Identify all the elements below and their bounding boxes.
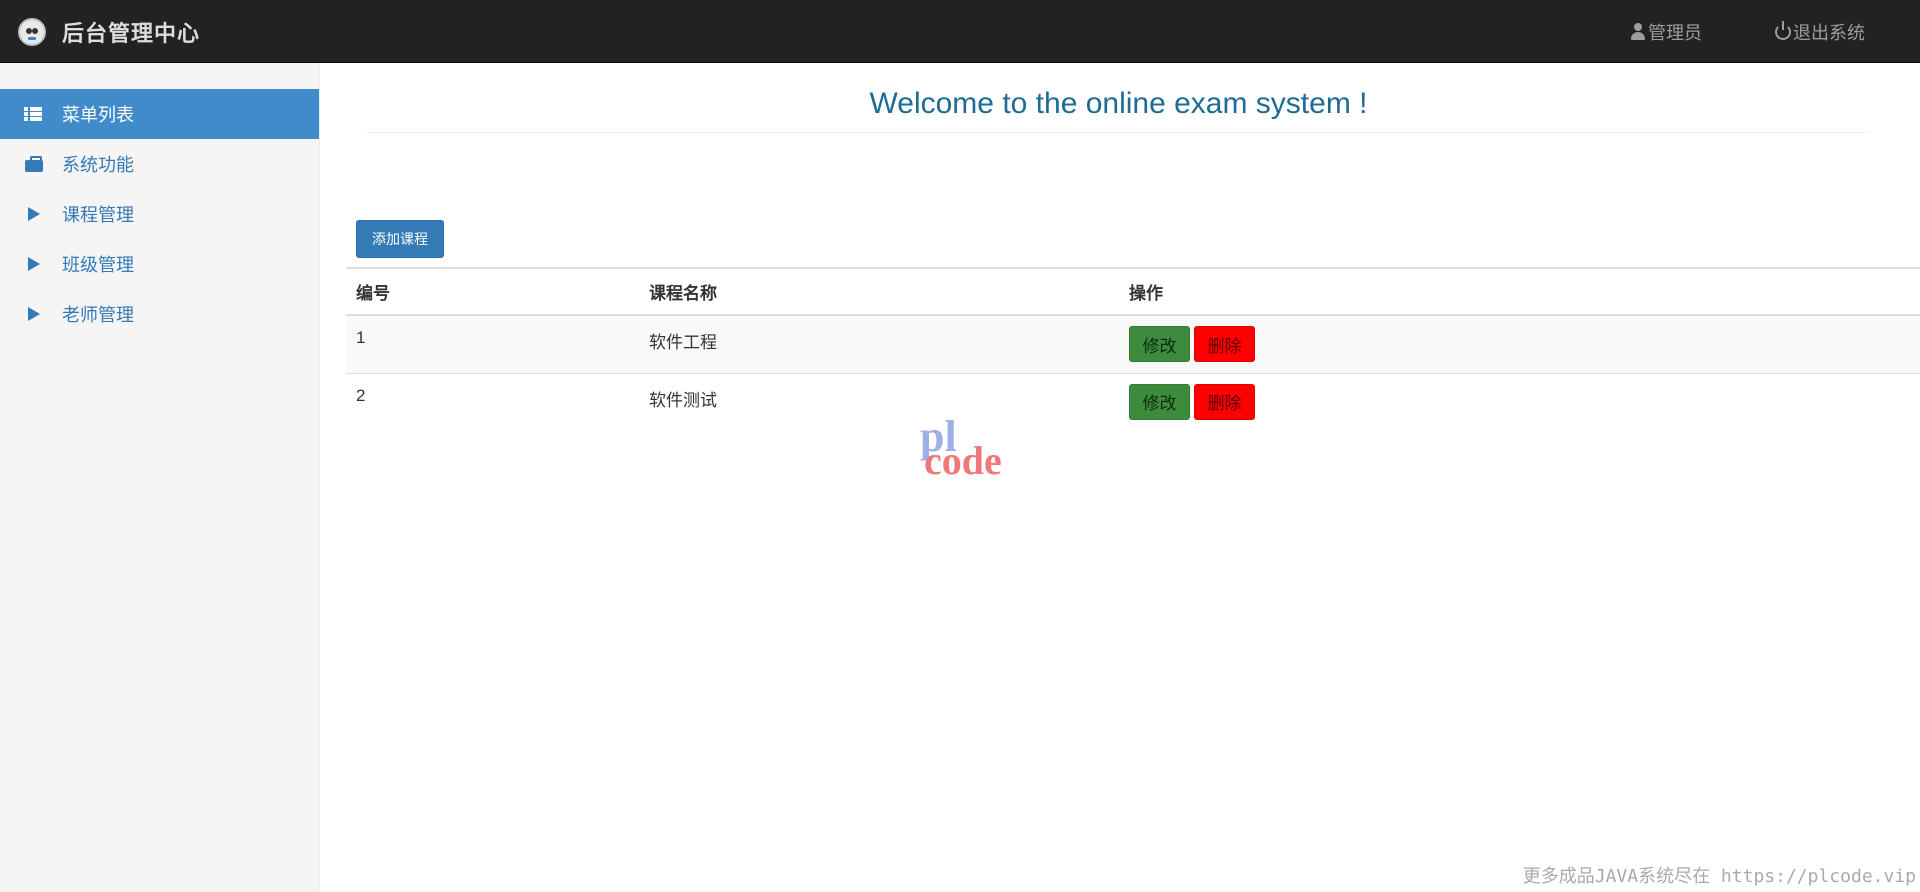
- column-header-course-name: 课程名称: [639, 267, 1119, 316]
- column-header-actions: 操作: [1119, 267, 1920, 316]
- sidebar-item-menu-list[interactable]: 菜单列表: [0, 89, 319, 139]
- user-icon: [1630, 22, 1646, 41]
- logo-icon: [18, 17, 46, 46]
- power-icon: [1775, 20, 1791, 40]
- watermark-logo: pl code: [920, 415, 1030, 485]
- column-header-id: 编号: [346, 267, 639, 316]
- logout-link[interactable]: 退出系统: [1775, 0, 1865, 63]
- add-course-button[interactable]: 添加课程: [356, 220, 444, 258]
- play-icon: [24, 205, 44, 223]
- cell-id: 1: [346, 315, 639, 374]
- sidebar-item-label: 班级管理: [62, 255, 134, 275]
- delete-button[interactable]: 删除: [1194, 383, 1255, 420]
- table-row: 2 软件测试 修改 删除: [346, 373, 1920, 431]
- sidebar-item-label: 菜单列表: [62, 105, 134, 125]
- admin-link[interactable]: 管理员: [1630, 0, 1702, 63]
- sidebar-item-course-management[interactable]: 课程管理: [0, 189, 319, 239]
- sidebar-menu: 菜单列表 系统功能 课程管理 班级管理 老师管理: [0, 89, 319, 339]
- brand[interactable]: 后台管理中心: [18, 0, 200, 63]
- sidebar-item-label: 系统功能: [62, 155, 134, 175]
- sidebar-item-label: 老师管理: [62, 305, 134, 325]
- table-header-row: 编号 课程名称 操作: [346, 267, 1920, 316]
- play-icon: [24, 305, 44, 323]
- sidebar: 菜单列表 系统功能 课程管理 班级管理 老师管理: [0, 63, 320, 892]
- edit-button[interactable]: 修改: [1129, 383, 1190, 420]
- watermark-footer: 更多成品JAVA系统尽在 https://plcode.vip: [1522, 866, 1916, 887]
- page-title: Welcome to the online exam system !: [869, 87, 1368, 120]
- top-navbar: 后台管理中心 管理员 退出系统: [0, 0, 1920, 63]
- page-header: Welcome to the online exam system !: [367, 84, 1870, 133]
- app-title: 后台管理中心: [62, 20, 201, 46]
- main-content: Welcome to the online exam system ! 添加课程…: [345, 63, 1920, 892]
- cell-course-name: 软件工程: [639, 315, 1119, 374]
- list-icon: [24, 105, 44, 123]
- delete-button[interactable]: 删除: [1194, 326, 1255, 362]
- sidebar-item-label: 课程管理: [62, 205, 134, 225]
- table-row: 1 软件工程 修改 删除: [346, 315, 1920, 374]
- admin-label: 管理员: [1648, 22, 1702, 43]
- watermark-logo-bottom: code: [924, 438, 1002, 483]
- sidebar-item-system-functions[interactable]: 系统功能: [0, 139, 319, 189]
- sidebar-item-teacher-management[interactable]: 老师管理: [0, 289, 319, 339]
- sidebar-item-class-management[interactable]: 班级管理: [0, 239, 319, 289]
- cell-id: 2: [356, 385, 366, 405]
- logout-label: 退出系统: [1793, 22, 1865, 43]
- cell-actions: 修改 删除: [1119, 315, 1920, 374]
- cell-actions: 修改 删除: [1119, 373, 1920, 431]
- briefcase-icon: [24, 155, 44, 173]
- course-table: 编号 课程名称 操作 1 软件工程 修改 删除 2 软件测试 修改 删除: [346, 267, 1920, 431]
- play-icon: [24, 255, 44, 273]
- cell-course-name: 软件测试: [649, 390, 717, 410]
- edit-button[interactable]: 修改: [1129, 326, 1190, 362]
